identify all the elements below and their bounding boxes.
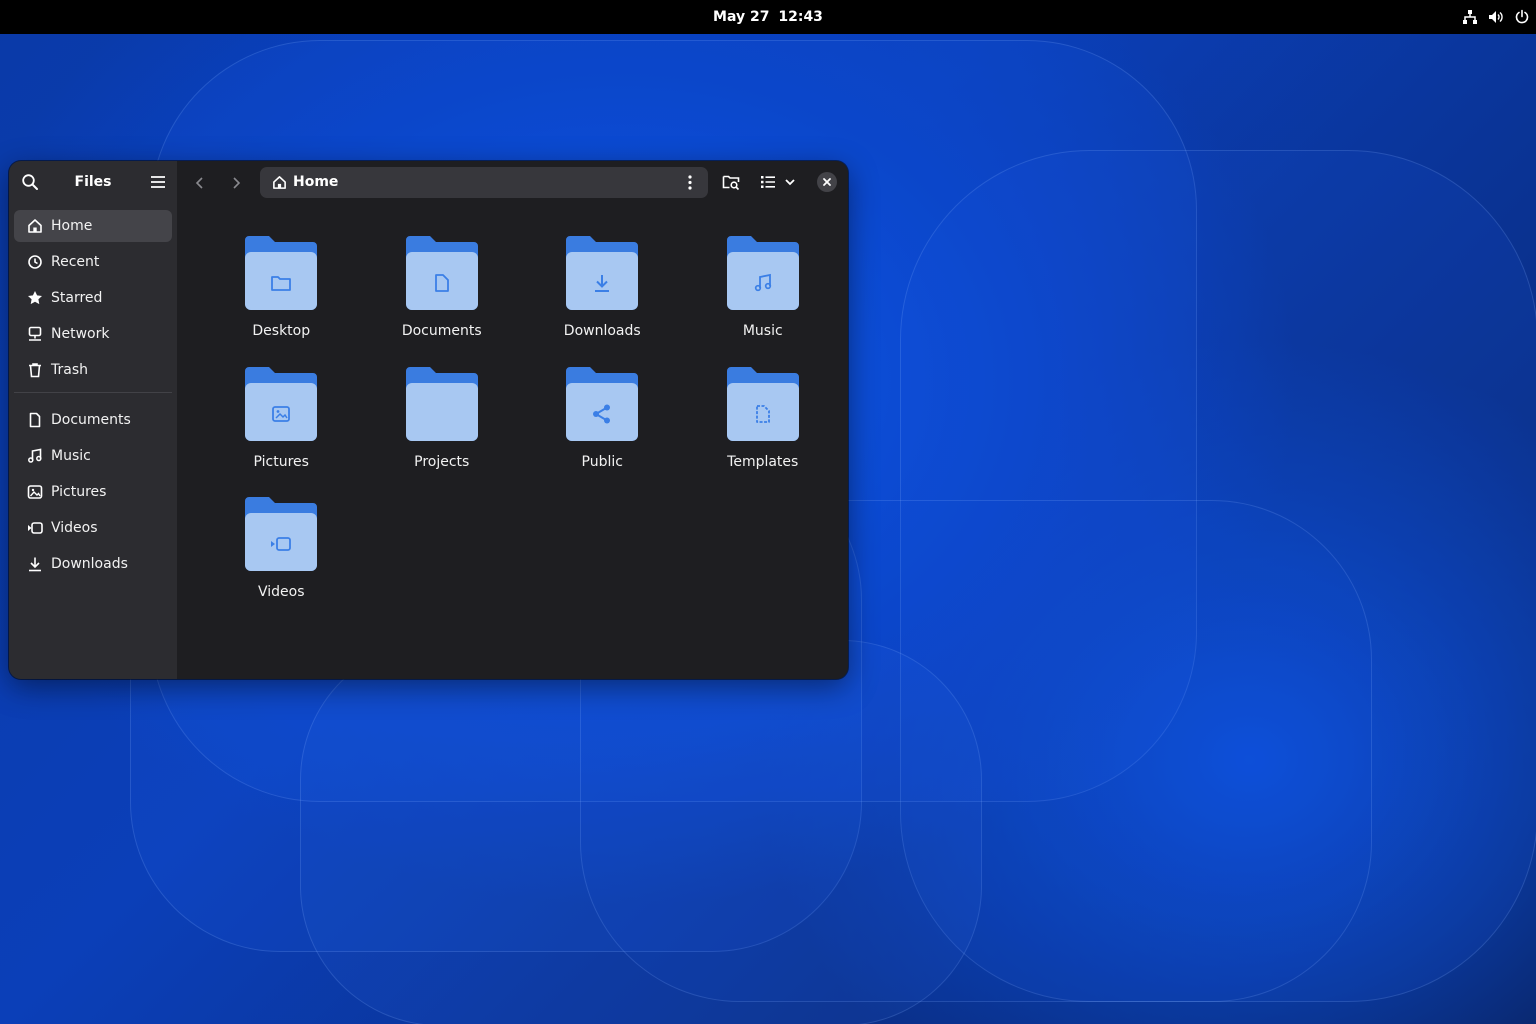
sidebar-item-label: Trash: [51, 362, 88, 378]
chevron-right-icon: [233, 177, 241, 189]
sidebar-item-label: Downloads: [51, 556, 128, 572]
path-bar[interactable]: Home: [260, 167, 708, 198]
sidebar-item-label: Music: [51, 448, 91, 464]
folder-icon: [243, 234, 319, 314]
sidebar-places: Home Recent Starred Network Trash Docume…: [9, 203, 177, 580]
picture-emblem-icon: [243, 396, 319, 432]
sidebar-item-trash[interactable]: Trash: [14, 354, 172, 386]
view-list-button[interactable]: [758, 172, 778, 192]
chevron-down-icon: [785, 179, 795, 186]
home-icon: [27, 218, 43, 234]
forward-button[interactable]: [225, 172, 247, 194]
folder-label: Downloads: [563, 323, 641, 339]
document-emblem-icon: [404, 265, 480, 301]
folder-icon: [564, 365, 640, 445]
folder-item[interactable]: Music: [683, 231, 844, 362]
folder-icon: [725, 234, 801, 314]
folder-emblem-icon: [243, 265, 319, 301]
path-location: Home: [293, 174, 339, 190]
sidebar-item-label: Network: [51, 326, 110, 342]
system-tray[interactable]: [1462, 0, 1530, 34]
sidebar-header: Files: [9, 161, 177, 203]
close-button[interactable]: [817, 172, 837, 192]
star-icon: [27, 290, 43, 306]
folder-icon: [564, 234, 640, 314]
clock-time: 12:43: [778, 9, 823, 25]
more-options-icon[interactable]: [682, 174, 698, 191]
sidebar: Files Home Recent Starred Network Trash …: [9, 161, 177, 679]
download-icon: [27, 556, 43, 572]
recent-icon: [27, 254, 43, 270]
document-icon: [27, 412, 43, 428]
folder-grid: Desktop Documents Downloads Music Pictur…: [201, 231, 841, 623]
share-emblem-icon: [564, 396, 640, 432]
folder-label: Music: [742, 323, 783, 339]
folder-label: Public: [581, 453, 623, 470]
top-bar: May 27 12:43: [0, 0, 1536, 34]
sidebar-item-music[interactable]: Music: [14, 440, 172, 472]
sidebar-item-recent[interactable]: Recent: [14, 246, 172, 278]
folder-icon: [243, 365, 319, 445]
folder-icon: [243, 495, 319, 575]
network-icon: [27, 326, 43, 342]
picture-icon: [27, 484, 43, 500]
trash-icon: [27, 362, 43, 378]
folder-label: Projects: [414, 453, 470, 470]
download-emblem-icon: [564, 265, 640, 301]
folder-label: Desktop: [252, 323, 311, 339]
close-icon: [823, 178, 831, 186]
folder-icon: [725, 365, 801, 445]
music-emblem-icon: [725, 265, 801, 301]
sidebar-item-label: Pictures: [51, 484, 107, 500]
video-emblem-icon: [243, 526, 319, 562]
folder-item[interactable]: Public: [522, 362, 683, 493]
folder-item[interactable]: Documents: [362, 231, 523, 362]
power-icon: [1514, 9, 1530, 25]
sidebar-item-starred[interactable]: Starred: [14, 282, 172, 314]
list-view-icon: [761, 176, 775, 188]
sidebar-item-home[interactable]: Home: [14, 210, 172, 242]
folder-item[interactable]: Pictures: [201, 362, 362, 493]
sidebar-item-downloads[interactable]: Downloads: [14, 548, 172, 580]
folder-icon: [404, 234, 480, 314]
content-area: Home Desktop Documents Downloads Music P…: [177, 161, 848, 679]
folder-item[interactable]: Downloads: [522, 231, 683, 362]
chevron-left-icon: [195, 177, 203, 189]
folder-label: Videos: [257, 584, 305, 600]
network-icon: [1462, 9, 1478, 25]
sidebar-item-label: Documents: [51, 412, 131, 428]
sidebar-item-pictures[interactable]: Pictures: [14, 476, 172, 508]
sidebar-separator: [14, 392, 172, 393]
folder-item[interactable]: Desktop: [201, 231, 362, 362]
folder-item[interactable]: Projects: [362, 362, 523, 493]
folder-label: Templates: [727, 453, 799, 470]
clock-date: May 27: [713, 9, 770, 25]
folder-icon: [404, 365, 480, 445]
sidebar-item-videos[interactable]: Videos: [14, 512, 172, 544]
sidebar-item-label: Videos: [51, 520, 98, 536]
template-emblem-icon: [725, 396, 801, 432]
folder-label: Documents: [401, 323, 482, 339]
folder-item[interactable]: Videos: [201, 492, 362, 623]
home-icon: [272, 175, 287, 190]
folder-item[interactable]: Templates: [683, 362, 844, 493]
video-icon: [27, 520, 43, 536]
sidebar-item-label: Recent: [51, 254, 100, 270]
view-options-button[interactable]: [783, 172, 797, 192]
header-bar: Home: [177, 161, 848, 203]
clock[interactable]: May 27 12:43: [0, 0, 1536, 34]
search-in-folder-button[interactable]: [721, 172, 741, 192]
music-icon: [27, 448, 43, 464]
sidebar-item-label: Home: [51, 218, 93, 234]
volume-icon: [1488, 9, 1504, 25]
sidebar-item-network[interactable]: Network: [14, 318, 172, 350]
hamburger-menu-icon[interactable]: [149, 173, 167, 191]
files-window: Files Home Recent Starred Network Trash …: [9, 161, 848, 679]
back-button[interactable]: [189, 172, 211, 194]
sidebar-item-documents[interactable]: Documents: [14, 404, 172, 436]
folder-search-icon: [722, 175, 740, 191]
folder-label: Pictures: [253, 453, 309, 470]
sidebar-item-label: Starred: [51, 290, 103, 306]
